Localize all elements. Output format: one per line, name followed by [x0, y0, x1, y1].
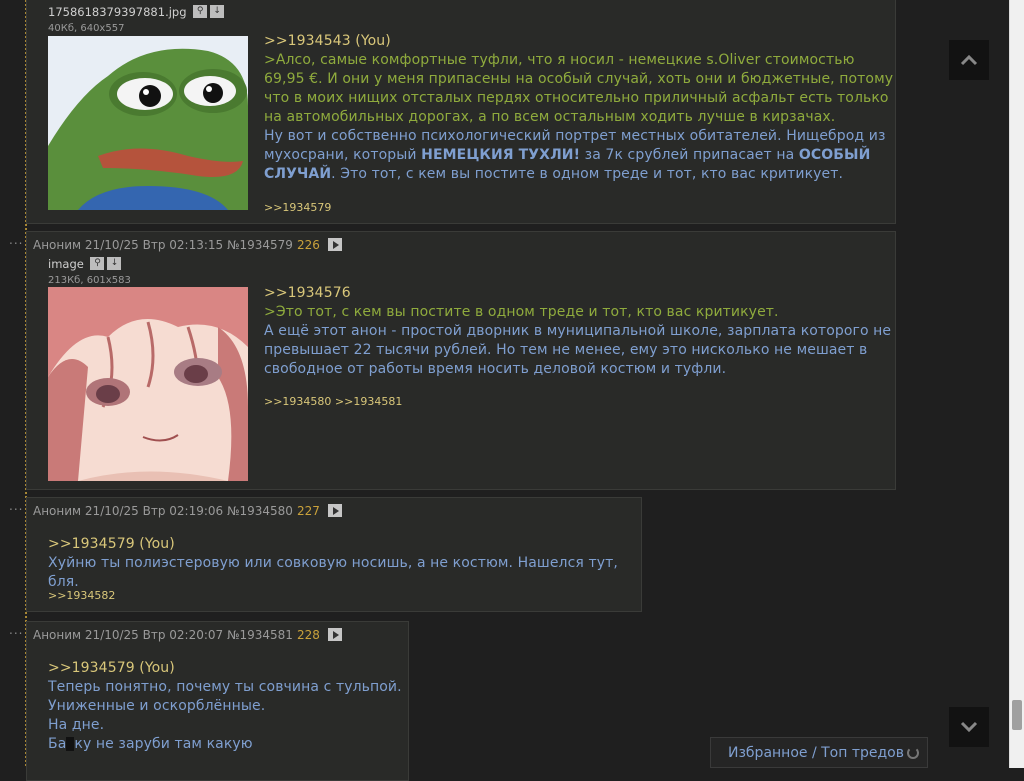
post-id[interactable]: №1934580 [227, 504, 293, 518]
post-1934581: Аноним 21/10/25 Втр 02:20:07 №1934581 228… [26, 621, 409, 781]
text-fragment: . Это тот, с кем вы постите в одном тред… [331, 166, 844, 182]
post-1934580: Аноним 21/10/25 Втр 02:19:06 №1934580 227… [26, 497, 642, 612]
pepe-frog-image [48, 36, 248, 210]
post-body: >>1934576 >Это тот, с кем вы постите в о… [264, 284, 894, 379]
post-id[interactable]: №1934579 [227, 238, 293, 252]
search-icon[interactable]: ⚲ [193, 5, 208, 18]
author: Аноним [33, 238, 82, 252]
text-line: На дне. [48, 717, 105, 733]
search-icon[interactable]: ⚲ [90, 257, 105, 270]
post-body: >>1934579 (You) Хуйню ты полиэстеровую и… [48, 535, 638, 592]
reply-link[interactable]: >>1934579 (You) [48, 660, 175, 676]
post-number: 226 [296, 238, 320, 252]
text-line: превышает 22 тысячи рублей. Но тем не ме… [264, 342, 868, 358]
text-fragment: мухосрани, который [264, 147, 422, 163]
page-scrollbar[interactable] [1009, 0, 1024, 768]
file-info: image ⚲ ↓ [48, 257, 122, 271]
post-body: >>1934543 (You) >Алсо, самые комфортные … [264, 32, 894, 184]
file-meta: 40Кб, 640x557 [48, 23, 125, 34]
reply-link[interactable]: >>1934543 (You) [264, 33, 391, 49]
play-icon[interactable] [327, 628, 342, 641]
bold-text: ОСОБЫЙ [798, 147, 871, 163]
text-line: Хуйню ты полиэстеровую или совковую носи… [48, 555, 618, 590]
play-icon[interactable] [327, 504, 342, 517]
favorites-label[interactable]: Избранное / Топ тредов [728, 745, 904, 761]
scroll-top-button[interactable] [949, 40, 989, 80]
post-body: >>1934579 (You) Теперь понятно, почему т… [48, 659, 408, 754]
bold-text: НЕМЕЦКИЯ ТУХЛИ! [421, 147, 581, 163]
post-menu-dots[interactable]: ... [9, 234, 23, 246]
post-1934579-226: Аноним 21/10/25 Втр 02:13:15 №1934579 226… [26, 231, 896, 490]
greentext-line: 69,95 €. И они у меня припасены на особы… [264, 71, 894, 87]
scrollbar-thumb[interactable] [1012, 700, 1022, 730]
greentext-line: на автомобильных дорогах, а по всем оста… [264, 109, 836, 125]
anime-girl-image [48, 287, 248, 481]
post-date: 21/10/25 Втр 02:13:15 [84, 238, 224, 252]
post-thumbnail[interactable] [48, 36, 248, 210]
post-thumbnail[interactable] [48, 287, 248, 481]
file-name-link[interactable]: 1758618379397881.jpg [48, 5, 187, 19]
post-number: 227 [296, 504, 320, 518]
text-line: мухосрани, который НЕМЕЦКИЯ ТУХЛИ! за 7к… [264, 146, 894, 165]
post-date: 21/10/25 Втр 02:20:07 [84, 628, 224, 642]
author: Аноним [33, 628, 82, 642]
text-line: Теперь понятно, почему ты совчина с туль… [48, 679, 402, 695]
bold-text: СЛУЧАЙ [264, 166, 332, 182]
text-line: Ну вот и собственно психологический порт… [264, 128, 886, 144]
file-meta: 213Кб, 601x583 [48, 275, 131, 286]
post-date: 21/10/25 Втр 02:19:06 [84, 504, 224, 518]
chevron-up-icon [960, 54, 978, 66]
reply-link[interactable]: >>1934579 (You) [48, 536, 175, 552]
post-header: Аноним 21/10/25 Втр 02:19:06 №1934580 227 [33, 504, 342, 518]
author: Аноним [33, 504, 82, 518]
post-number: 228 [296, 628, 320, 642]
text-line: А ещё этот анон - простой дворник в муни… [264, 323, 892, 339]
favorites-panel[interactable]: Избранное / Топ тредов [710, 737, 928, 768]
greentext-line: что в моих нищих отсталых пердях относит… [264, 90, 889, 106]
text-line: Униженные и оскорблённые. [48, 698, 266, 714]
file-name-link[interactable]: image [48, 257, 84, 271]
text-line: Ба ку не заруби там какую [48, 735, 408, 754]
text-fragment: Ба [48, 736, 67, 752]
reply-link[interactable]: >>1934576 [264, 285, 351, 301]
download-icon[interactable]: ↓ [107, 257, 122, 270]
refresh-icon[interactable] [907, 747, 919, 759]
post-header: Аноним 21/10/25 Втр 02:13:15 №1934579 226 [33, 238, 342, 252]
text-line: свободное от работы время носить деловой… [264, 361, 727, 377]
post-menu-dots[interactable]: ... [9, 624, 23, 636]
post-id[interactable]: №1934581 [227, 628, 293, 642]
greentext-line: >Это тот, с кем вы постите в одном треде… [264, 304, 779, 320]
chevron-down-icon [960, 721, 978, 733]
text-fragment: за 7к срублей припасает на [580, 147, 799, 163]
text-fragment: ку не заруби там какую [74, 736, 253, 752]
post-menu-dots[interactable]: ... [9, 500, 23, 512]
post-header: Аноним 21/10/25 Втр 02:20:07 №1934581 228 [33, 628, 342, 642]
play-icon[interactable] [327, 238, 342, 251]
replies-list[interactable]: >>1934579 [264, 201, 331, 214]
text-line: СЛУЧАЙ. Это тот, с кем вы постите в одно… [264, 165, 894, 184]
scroll-bottom-button[interactable] [949, 707, 989, 747]
replies-list[interactable]: >>1934580 >>1934581 [264, 395, 402, 408]
file-info: 1758618379397881.jpg ⚲ ↓ [48, 5, 225, 19]
download-icon[interactable]: ↓ [210, 5, 225, 18]
post-1934579: 1758618379397881.jpg ⚲ ↓ 40Кб, 640x557 >>… [26, 0, 896, 224]
greentext-line: >Алсо, самые комфортные туфли, что я нос… [264, 52, 855, 68]
replies-list[interactable]: >>1934582 [48, 589, 115, 602]
